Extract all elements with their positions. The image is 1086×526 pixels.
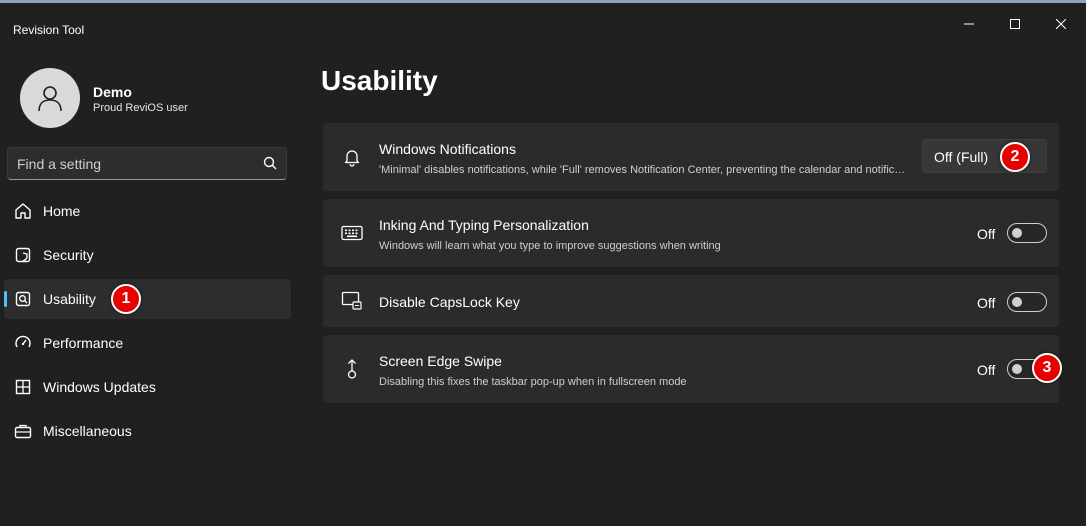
setting-card-inking-typing: Inking And Typing Personalization Window… [323, 199, 1059, 267]
sidebar-item-security[interactable]: Security [4, 235, 291, 275]
bell-icon [341, 146, 363, 168]
toggle-knob [1012, 297, 1022, 307]
sidebar-item-miscellaneous[interactable]: Miscellaneous [4, 411, 291, 451]
close-button[interactable] [1038, 10, 1084, 38]
active-indicator [4, 291, 7, 307]
sidebar-item-label: Performance [43, 335, 124, 351]
page-title: Usability [321, 65, 438, 96]
annotation-badge: 2 [1000, 142, 1030, 172]
sidebar-item-label: Usability [43, 291, 96, 307]
sidebar-item-label: Miscellaneous [43, 423, 132, 439]
avatar[interactable] [20, 68, 80, 128]
toggle-state-label: Off [977, 295, 996, 311]
setting-title: Disable CapsLock Key [379, 294, 520, 310]
keyboard-icon [341, 222, 363, 244]
toggle-knob [1012, 364, 1022, 374]
sidebar-item-windows-updates[interactable]: Windows Updates [4, 367, 291, 407]
setting-title: Screen Edge Swipe [379, 353, 502, 369]
toggle-state-label: Off [977, 226, 996, 242]
dropdown-value: Off (Full) [934, 149, 989, 165]
person-icon [38, 86, 62, 112]
minimize-icon [964, 23, 974, 25]
sidebar-item-label: Windows Updates [43, 379, 156, 395]
disable-capslock-toggle[interactable] [1007, 292, 1047, 312]
toolbox-icon [14, 422, 32, 440]
setting-description: 'Minimal' disables notifications, while … [379, 164, 909, 176]
toggle-knob [1012, 228, 1022, 238]
capslock-monitor-icon [341, 290, 363, 312]
sidebar-item-home[interactable]: Home [4, 191, 291, 231]
setting-card-windows-notifications: Windows Notifications 'Minimal' disables… [323, 123, 1059, 191]
shield-icon [14, 246, 32, 264]
inking-typing-toggle[interactable] [1007, 223, 1047, 243]
close-icon [1056, 19, 1066, 29]
setting-description: Windows will learn what you type to impr… [379, 240, 721, 252]
setting-card-disable-capslock: Disable CapsLock Key Off [323, 275, 1059, 327]
user-name: Demo [93, 84, 132, 100]
maximize-icon [1010, 19, 1020, 29]
sidebar-item-usability[interactable]: Usability [4, 279, 291, 319]
maximize-button[interactable] [992, 10, 1038, 38]
toggle-state-label: Off [977, 362, 996, 378]
setting-description: Disabling this fixes the taskbar pop-up … [379, 376, 687, 388]
gauge-icon [14, 334, 32, 352]
app-window: Revision Tool Demo Proud ReviOS user Hom… [0, 3, 1086, 526]
annotation-badge: 3 [1032, 353, 1062, 383]
setting-card-screen-edge-swipe: Screen Edge Swipe Disabling this fixes t… [323, 335, 1059, 403]
setting-title: Inking And Typing Personalization [379, 217, 589, 233]
search-box[interactable] [7, 147, 287, 180]
sidebar-item-label: Security [43, 247, 94, 263]
minimize-button[interactable] [946, 10, 992, 38]
home-icon [14, 202, 32, 220]
window-title: Revision Tool [13, 23, 85, 37]
sidebar-item-label: Home [43, 203, 81, 219]
annotation-badge: 1 [111, 284, 141, 314]
swipe-up-icon [341, 358, 363, 380]
setting-title: Windows Notifications [379, 141, 516, 157]
windows-update-icon [14, 378, 32, 396]
search-icon[interactable] [263, 156, 277, 170]
user-subtitle: Proud ReviOS user [93, 102, 188, 114]
usability-icon [14, 290, 32, 308]
sidebar-item-performance[interactable]: Performance [4, 323, 291, 363]
search-input[interactable] [17, 148, 257, 179]
